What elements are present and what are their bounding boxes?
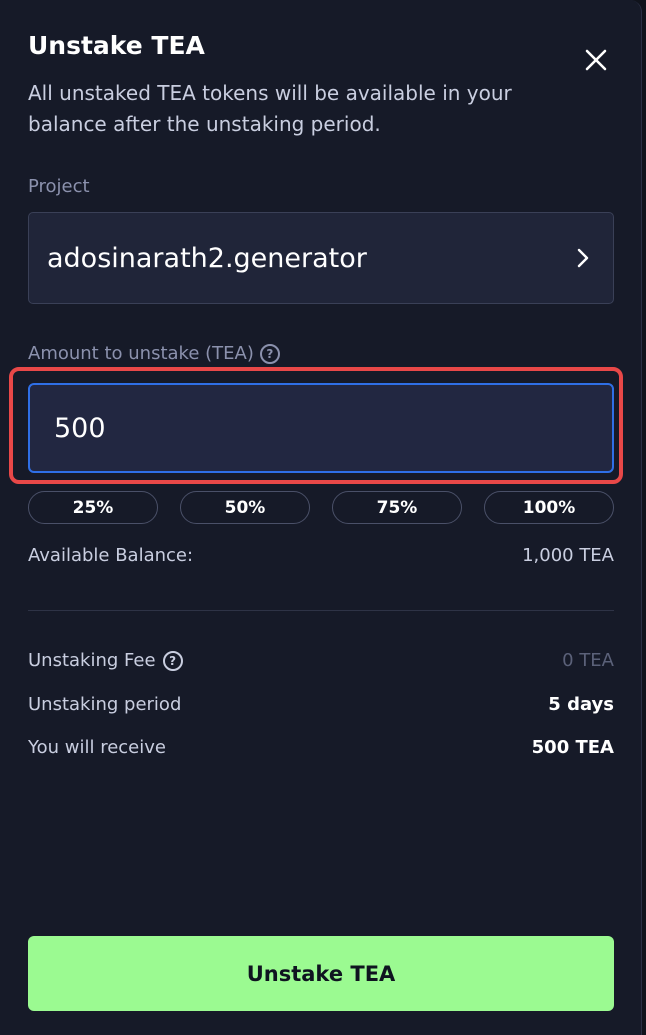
percent-75-button[interactable]: 75% — [332, 491, 462, 524]
divider — [28, 610, 614, 611]
unstaking-period-label: Unstaking period — [28, 694, 182, 715]
unstake-modal: Unstake TEA All unstaked TEA tokens will… — [0, 0, 642, 1035]
project-selector[interactable]: adosinarath2.generator — [28, 212, 614, 304]
unstaking-fee-value: 0 TEA — [562, 650, 614, 671]
receive-label: You will receive — [28, 737, 166, 758]
project-label: Project — [28, 176, 90, 197]
amount-label: Amount to unstake (TEA) ? — [28, 343, 280, 364]
receive-value: 500 TEA — [531, 737, 614, 758]
receive-row: You will receive 500 TEA — [28, 737, 614, 758]
unstaking-fee-label: Unstaking Fee ? — [28, 650, 183, 671]
amount-label-text: Amount to unstake (TEA) — [28, 343, 254, 364]
help-icon[interactable]: ? — [259, 343, 280, 364]
help-icon[interactable]: ? — [162, 650, 183, 671]
project-label-text: Project — [28, 176, 90, 197]
unstaking-period-value: 5 days — [548, 694, 614, 715]
unstaking-fee-label-text: Unstaking Fee — [28, 650, 156, 671]
amount-input[interactable] — [28, 383, 614, 473]
percent-100-button[interactable]: 100% — [484, 491, 614, 524]
modal-subtitle: All unstaked TEA tokens will be availabl… — [28, 81, 512, 136]
percent-50-button[interactable]: 50% — [180, 491, 310, 524]
available-balance-value: 1,000 TEA — [522, 545, 614, 566]
unstaking-fee-row: Unstaking Fee ? 0 TEA — [28, 650, 614, 671]
project-value: adosinarath2.generator — [47, 242, 367, 274]
percent-buttons: 25% 50% 75% 100% — [28, 491, 614, 524]
chevron-right-icon — [577, 248, 589, 268]
unstake-button[interactable]: Unstake TEA — [28, 936, 614, 1011]
modal-title: Unstake TEA — [28, 31, 205, 60]
available-balance-label: Available Balance: — [28, 545, 194, 566]
unstaking-period-row: Unstaking period 5 days — [28, 694, 614, 715]
available-balance-row: Available Balance: 1,000 TEA — [28, 545, 614, 566]
close-button[interactable] — [578, 42, 614, 78]
percent-25-button[interactable]: 25% — [28, 491, 158, 524]
close-icon — [585, 49, 607, 71]
